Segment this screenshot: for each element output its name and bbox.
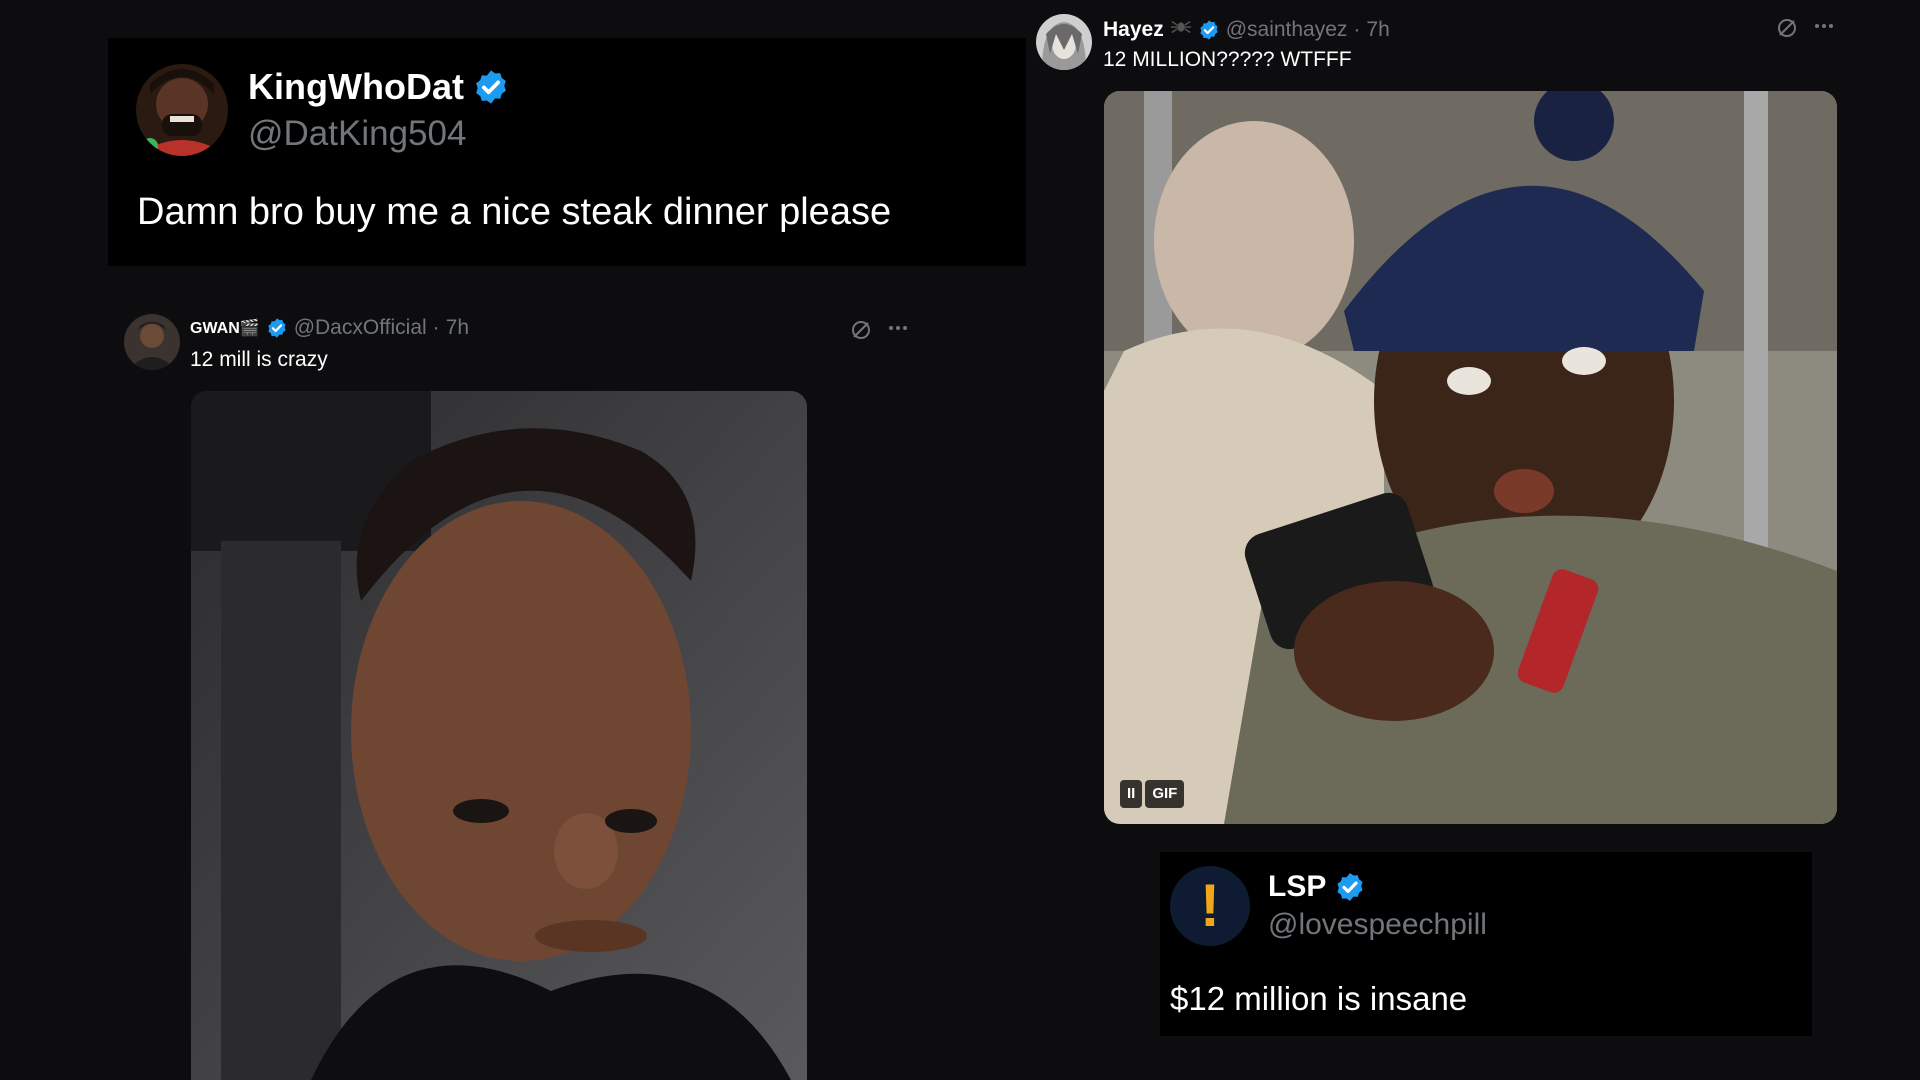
avatar[interactable]: ! — [1170, 866, 1250, 946]
tweet-text: 12 MILLION????? WTFFF — [1103, 48, 1352, 71]
separator-dot: · — [432, 316, 440, 339]
more-options-icon[interactable] — [1812, 14, 1836, 43]
tweet-text: Damn bro buy me a nice steak dinner plea… — [137, 191, 892, 233]
pause-button[interactable]: II — [1120, 780, 1143, 808]
tweet-header-gwan: GWAN🎬 @DacxOfficial · 7h — [190, 316, 469, 340]
display-name[interactable]: KingWhoDat — [248, 66, 510, 108]
grok-icon[interactable] — [849, 318, 873, 347]
tweet-header-hayez: Hayez @sainthayez · 7h — [1103, 16, 1390, 44]
handle[interactable]: @DacxOfficial — [294, 316, 427, 340]
tweet-text: 12 mill is crazy — [190, 348, 328, 371]
quote-card-lsp: ! LSP @lovespeechpill $12 million is ins… — [1160, 852, 1812, 1036]
verified-badge-icon — [1334, 871, 1366, 903]
gif-badge: II GIF — [1120, 780, 1185, 808]
avatar[interactable] — [136, 64, 228, 156]
verified-badge-icon — [266, 317, 288, 339]
gif-man-phone[interactable]: II GIF — [1104, 91, 1837, 824]
photo-child[interactable] — [191, 391, 807, 1080]
avatar-gwan[interactable] — [124, 314, 180, 370]
timestamp[interactable]: 7h — [1366, 18, 1389, 42]
verified-badge-icon — [472, 68, 510, 106]
verified-badge-icon — [1198, 19, 1220, 41]
timestamp[interactable]: 7h — [446, 316, 469, 340]
spider-icon — [1170, 16, 1192, 44]
display-name-text[interactable]: LSP — [1268, 870, 1326, 904]
exclamation-icon: ! — [1200, 872, 1220, 939]
display-name[interactable]: GWAN🎬 — [190, 318, 260, 338]
gif-label: GIF — [1145, 780, 1185, 808]
avatar-hayez[interactable] — [1036, 14, 1092, 70]
separator-dot: · — [1353, 18, 1361, 41]
grok-icon[interactable] — [1775, 16, 1799, 45]
display-name[interactable]: LSP — [1268, 870, 1366, 904]
handle[interactable]: @sainthayez — [1226, 18, 1348, 42]
display-name-text[interactable]: KingWhoDat — [248, 66, 464, 108]
quote-card-kingwhodat: KingWhoDat @DatKing504 Damn bro buy me a… — [108, 38, 1026, 266]
handle[interactable]: @lovespeechpill — [1268, 908, 1487, 942]
more-options-icon[interactable] — [886, 316, 910, 345]
display-name[interactable]: Hayez — [1103, 18, 1164, 42]
tweet-text: $12 million is insane — [1170, 980, 1468, 1017]
handle[interactable]: @DatKing504 — [248, 114, 466, 154]
